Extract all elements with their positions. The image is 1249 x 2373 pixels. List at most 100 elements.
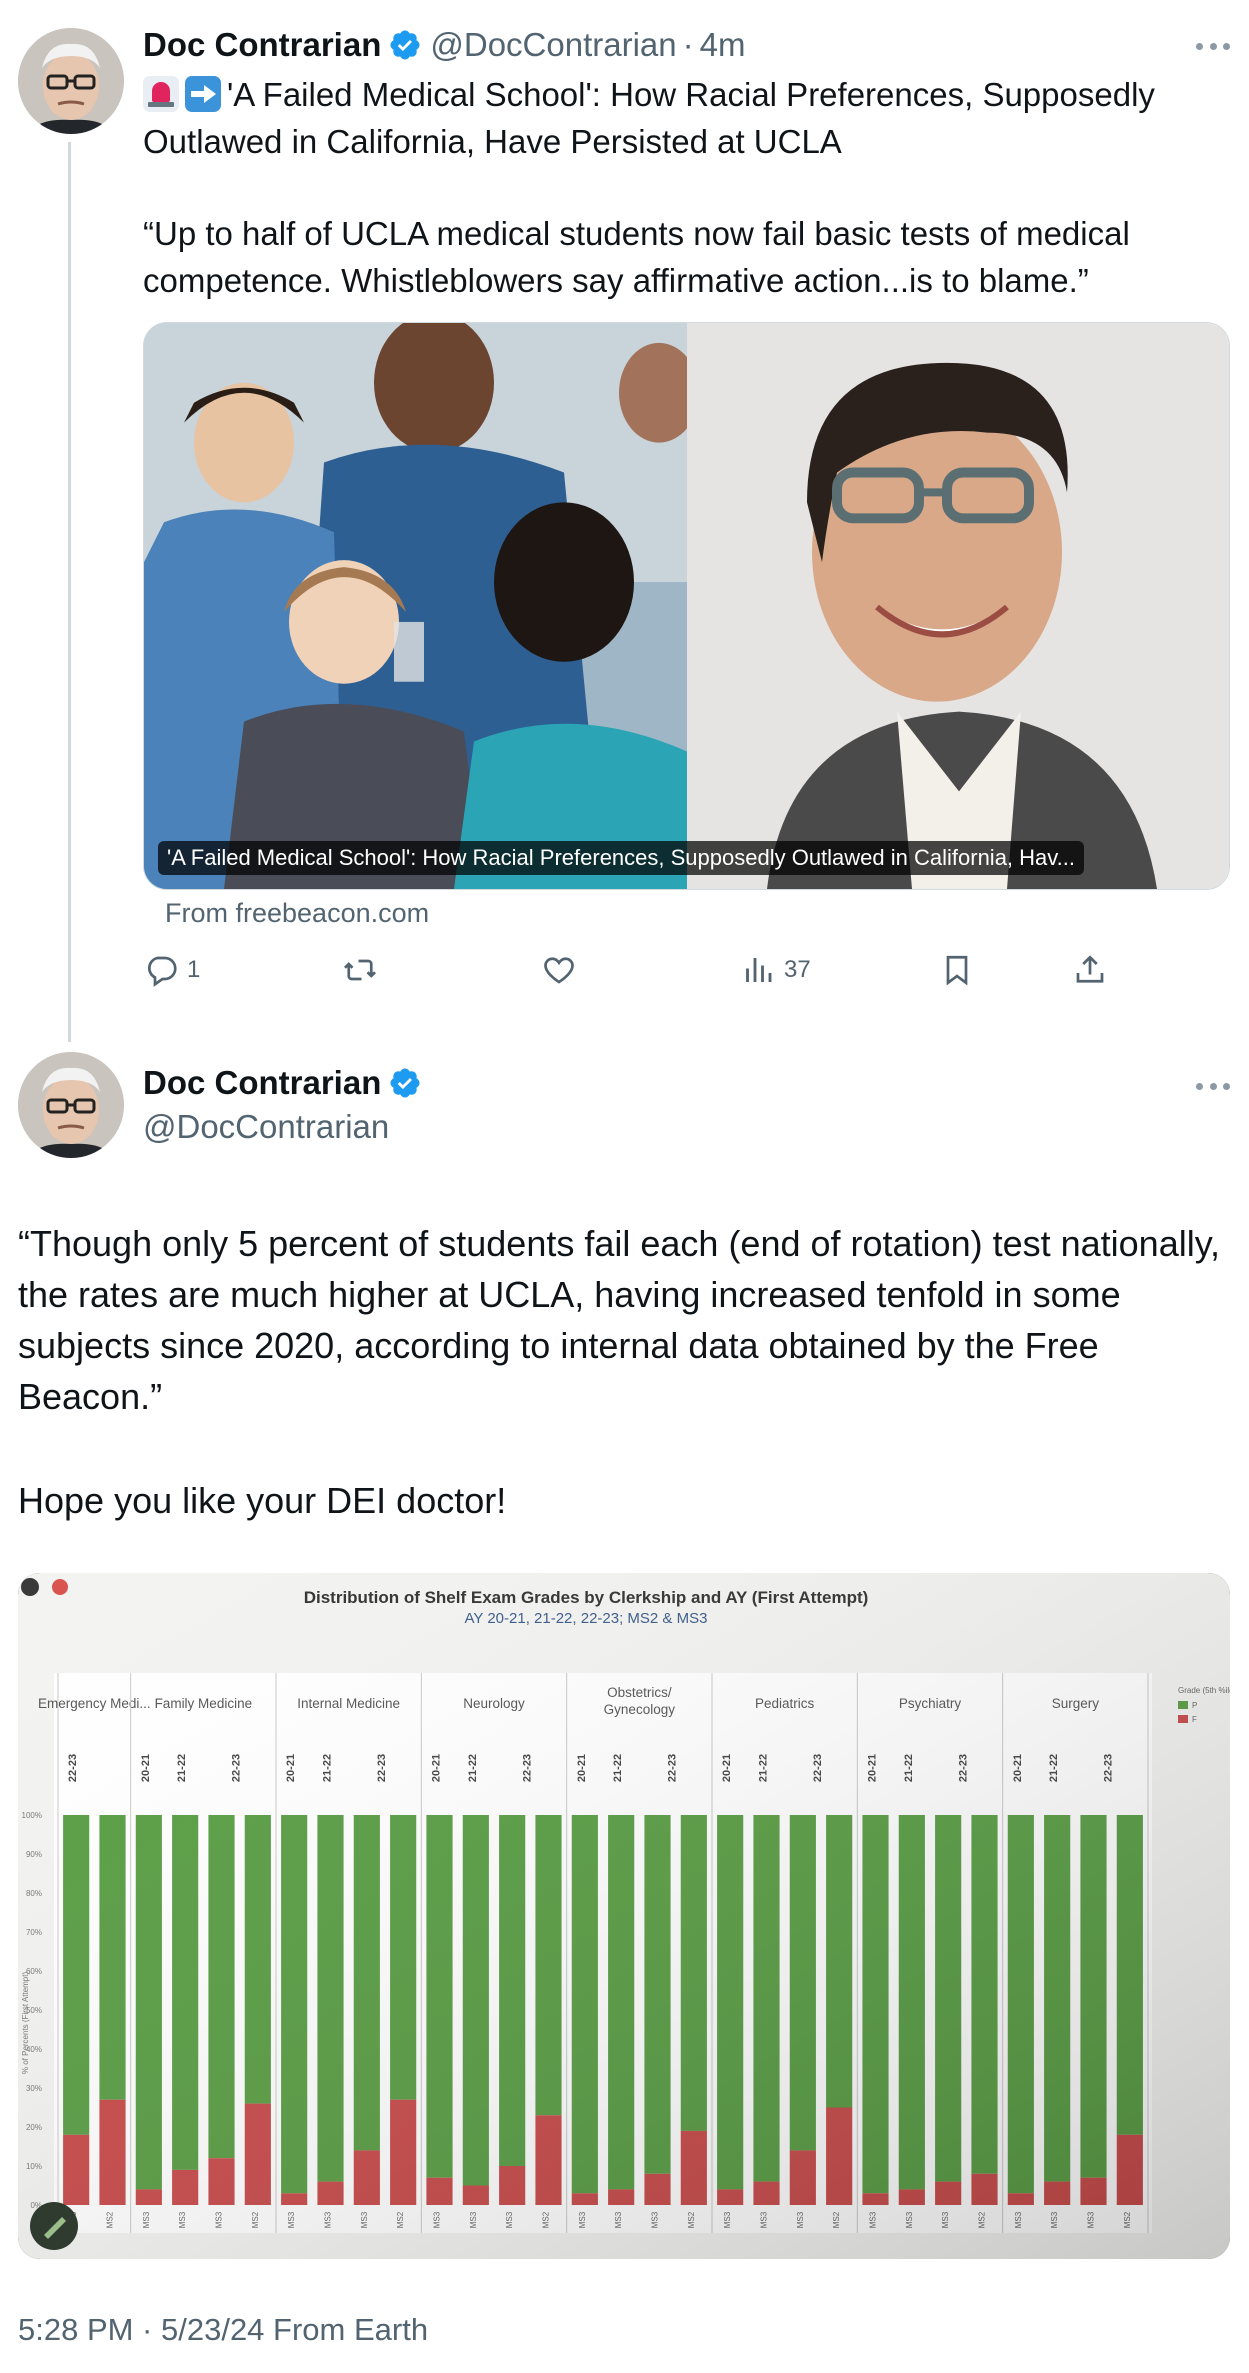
card-caption: 'A Failed Medical School': How Racial Pr…	[158, 841, 1084, 875]
pass-bar-segment	[971, 1815, 998, 2174]
fail-bar-segment	[1080, 2177, 1107, 2205]
reply-icon	[148, 956, 177, 987]
y-tick-label: 100%	[22, 1811, 42, 1820]
fail-bar-segment	[1116, 2134, 1143, 2205]
year-label: 21-22	[322, 1754, 334, 1782]
verified-badge-icon[interactable]	[388, 28, 422, 62]
year-label: 20-21	[431, 1754, 443, 1782]
tweet1-action-bar: 1 37	[143, 952, 1133, 992]
pass-bar-segment	[63, 1815, 90, 2135]
more-options-icon[interactable]	[1196, 40, 1230, 52]
year-label: 20-21	[140, 1754, 152, 1782]
cohort-label: MS2	[978, 2211, 987, 2228]
chart-photo[interactable]: Distribution of Shelf Exam Grades by Cle…	[18, 1573, 1230, 2259]
tweet1-quote: “Up to half of UCLA medical students now…	[143, 215, 1139, 299]
year-label: 22-23	[231, 1754, 243, 1782]
year-label: 20-21	[721, 1754, 733, 1782]
tweet1-headline: 'A Failed Medical School': How Racial Pr…	[143, 71, 1243, 165]
y-tick-label: 20%	[26, 2123, 42, 2132]
y-tick-label: 30%	[26, 2084, 42, 2093]
like-button[interactable]	[541, 952, 585, 988]
author-display-name[interactable]: Doc Contrarian	[143, 1062, 381, 1104]
card-source-domain[interactable]: From freebeacon.com	[165, 898, 429, 929]
year-label: 22-23	[957, 1754, 969, 1782]
reply-button[interactable]: 1	[143, 952, 200, 988]
cohort-label: MS2	[396, 2211, 405, 2228]
pass-bar-segment	[499, 1815, 526, 2166]
tweet-time[interactable]: 4m	[700, 24, 746, 66]
shelf-exam-chart: Distribution of Shelf Exam Grades by Cle…	[18, 1573, 1230, 2259]
cohort-label: MS3	[869, 2211, 878, 2228]
fail-bar-segment	[99, 2099, 126, 2205]
fail-bar-segment	[753, 2181, 780, 2205]
clerkship-label: Family Medicine	[155, 1696, 253, 1711]
y-tick-label: 80%	[26, 1889, 42, 1898]
fail-bar-segment	[426, 2177, 453, 2205]
pass-bar-segment	[1116, 1815, 1143, 2135]
bookmark-button[interactable]	[939, 952, 975, 988]
views-analytics-icon	[746, 958, 772, 982]
pass-bar-segment	[353, 1815, 380, 2151]
avatar[interactable]	[18, 1052, 124, 1158]
thread-connector-line	[68, 142, 71, 1042]
repost-button[interactable]	[342, 952, 386, 988]
year-label: 21-22	[176, 1754, 188, 1782]
fail-bar-segment	[499, 2166, 526, 2205]
year-label: 22-23	[521, 1754, 533, 1782]
views-button[interactable]: 37	[740, 952, 811, 988]
pass-bar-segment	[535, 1815, 562, 2116]
year-label: 20-21	[1012, 1754, 1024, 1782]
pass-bar-segment	[99, 1815, 126, 2100]
tweet2-timestamp[interactable]: 5:28 PM · 5/23/24 From Earth	[18, 2312, 428, 2348]
cohort-label: MS2	[251, 2211, 260, 2228]
verified-badge-icon[interactable]	[388, 1066, 422, 1100]
pass-bar-segment	[644, 1815, 671, 2174]
link-preview-card[interactable]: 'A Failed Medical School': How Racial Pr…	[143, 322, 1230, 890]
avatar[interactable]	[18, 28, 124, 134]
fail-bar-segment	[571, 2193, 598, 2205]
cohort-label: MS3	[905, 2211, 914, 2228]
avatar-image	[18, 1052, 124, 1158]
year-label: 22-23	[812, 1754, 824, 1782]
author-handle[interactable]: @DocContrarian	[143, 1106, 389, 1148]
cohort-label: MS3	[469, 2211, 478, 2228]
author-display-name[interactable]: Doc Contrarian	[143, 24, 381, 66]
clerkship-label: Obstetrics/	[607, 1685, 672, 1700]
y-tick-label: 10%	[26, 2162, 42, 2171]
fail-bar-segment	[717, 2189, 744, 2205]
fail-bar-segment	[680, 2130, 707, 2205]
fail-bar-segment	[462, 2185, 489, 2205]
tweet2-author-row: Doc Contrarian	[143, 1062, 422, 1104]
pass-bar-segment	[862, 1815, 889, 2194]
fail-bar-segment	[862, 2193, 889, 2205]
cohort-label: MS3	[178, 2211, 187, 2228]
year-label: 20-21	[285, 1754, 297, 1782]
cohort-label: MS3	[142, 2211, 151, 2228]
share-button[interactable]	[1072, 952, 1108, 988]
tweet1-author-row: Doc Contrarian @DocContrarian · 4m	[143, 24, 745, 66]
pass-bar-segment	[244, 1815, 271, 2104]
pass-bar-segment	[571, 1815, 598, 2194]
clerkship-label: Neurology	[463, 1696, 525, 1711]
year-label: 22-23	[1103, 1754, 1115, 1782]
card-photo-students	[144, 323, 687, 889]
fail-bar-segment	[935, 2181, 962, 2205]
clerkship-label: Gynecology	[604, 1702, 676, 1717]
pass-bar-segment	[462, 1815, 489, 2186]
author-handle[interactable]: @DocContrarian	[430, 24, 676, 66]
year-label: 22-23	[667, 1754, 679, 1782]
headline-line2: Outlawed in California, Have Persisted a…	[143, 123, 842, 160]
clerkship-label: Emergency Medi...	[38, 1696, 151, 1711]
clerkship-label: Internal Medicine	[297, 1696, 400, 1711]
cohort-label: MS3	[796, 2211, 805, 2228]
cohort-label: MS2	[542, 2211, 551, 2228]
cohort-label: MS3	[941, 2211, 950, 2228]
clerkship-label: Surgery	[1052, 1696, 1100, 1711]
legend-title: Grade (5th %ile)	[1178, 1686, 1230, 1695]
legend-swatch-fail	[1178, 1715, 1188, 1723]
fail-bar-segment	[63, 2134, 90, 2205]
more-options-icon[interactable]	[1196, 1080, 1230, 1092]
fail-bar-segment	[608, 2189, 635, 2205]
fail-bar-segment	[281, 2193, 308, 2205]
heart-icon	[544, 957, 574, 984]
